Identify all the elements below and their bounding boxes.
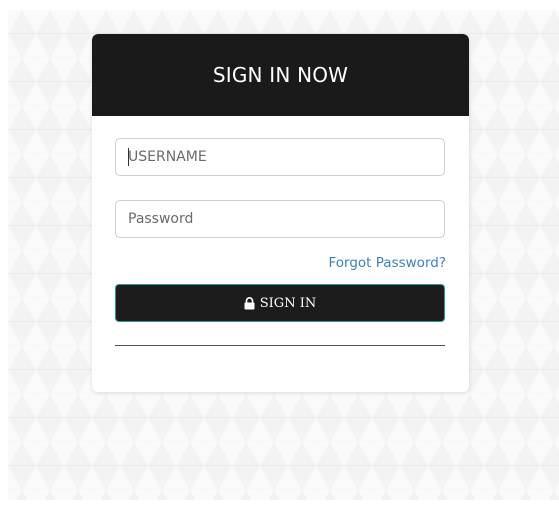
- password-input[interactable]: [115, 200, 445, 238]
- login-header: SIGN IN NOW: [92, 34, 469, 116]
- login-title: SIGN IN NOW: [212, 63, 349, 87]
- forgot-password-link[interactable]: Forgot Password?: [329, 255, 447, 271]
- text-cursor: [128, 148, 129, 166]
- login-card: SIGN IN NOW Forgot Password? SIGN IN: [92, 34, 469, 392]
- sign-in-button[interactable]: SIGN IN: [115, 284, 445, 322]
- sign-in-label: SIGN IN: [259, 295, 317, 311]
- username-input[interactable]: [115, 138, 445, 176]
- lock-icon: [244, 296, 255, 310]
- divider: [115, 345, 445, 346]
